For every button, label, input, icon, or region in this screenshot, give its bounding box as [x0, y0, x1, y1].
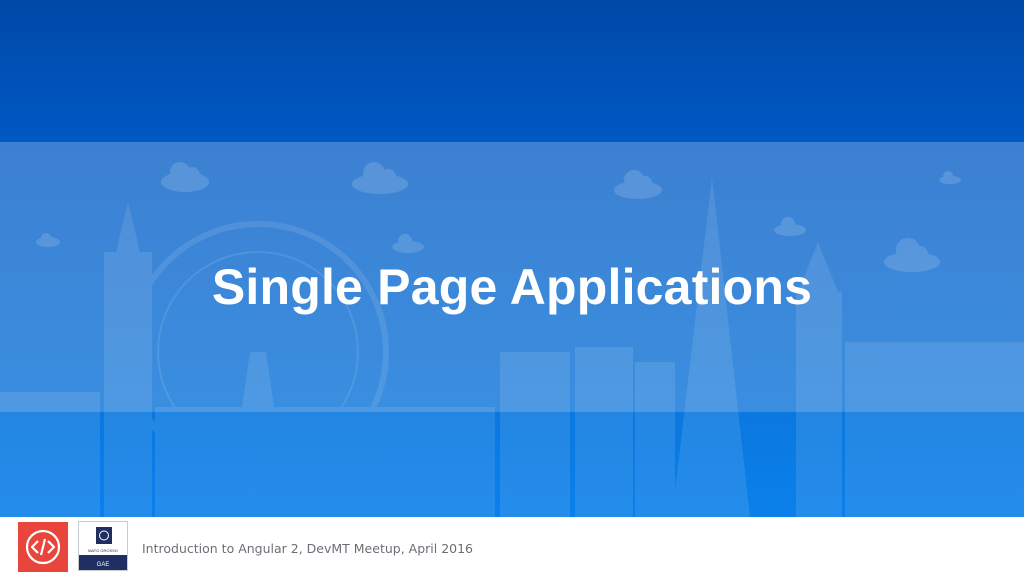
- london-skyline-illustration: [0, 162, 1024, 517]
- devmt-logo: [18, 522, 68, 572]
- gae-small-text: MATO GROSSO: [88, 548, 118, 553]
- cloud-icon: [939, 171, 961, 184]
- footer-caption: Introduction to Angular 2, DevMT Meetup,…: [142, 541, 473, 556]
- cloud-icon: [614, 170, 662, 199]
- slide: Single Page Applications MATO GROSSO GAE…: [0, 0, 1024, 576]
- cloud-icon: [392, 234, 424, 253]
- cloud-icon: [36, 233, 60, 247]
- gae-label: GAE: [96, 562, 110, 568]
- slide-title: Single Page Applications: [211, 259, 813, 315]
- background-top: [0, 0, 1024, 142]
- code-brackets-icon: [25, 529, 61, 565]
- cloud-icon: [352, 162, 408, 194]
- cloud-icon: [774, 217, 806, 236]
- gae-logo: MATO GROSSO GAE: [78, 521, 128, 571]
- university-emblem-icon: [96, 527, 112, 544]
- cloud-icon: [161, 162, 209, 192]
